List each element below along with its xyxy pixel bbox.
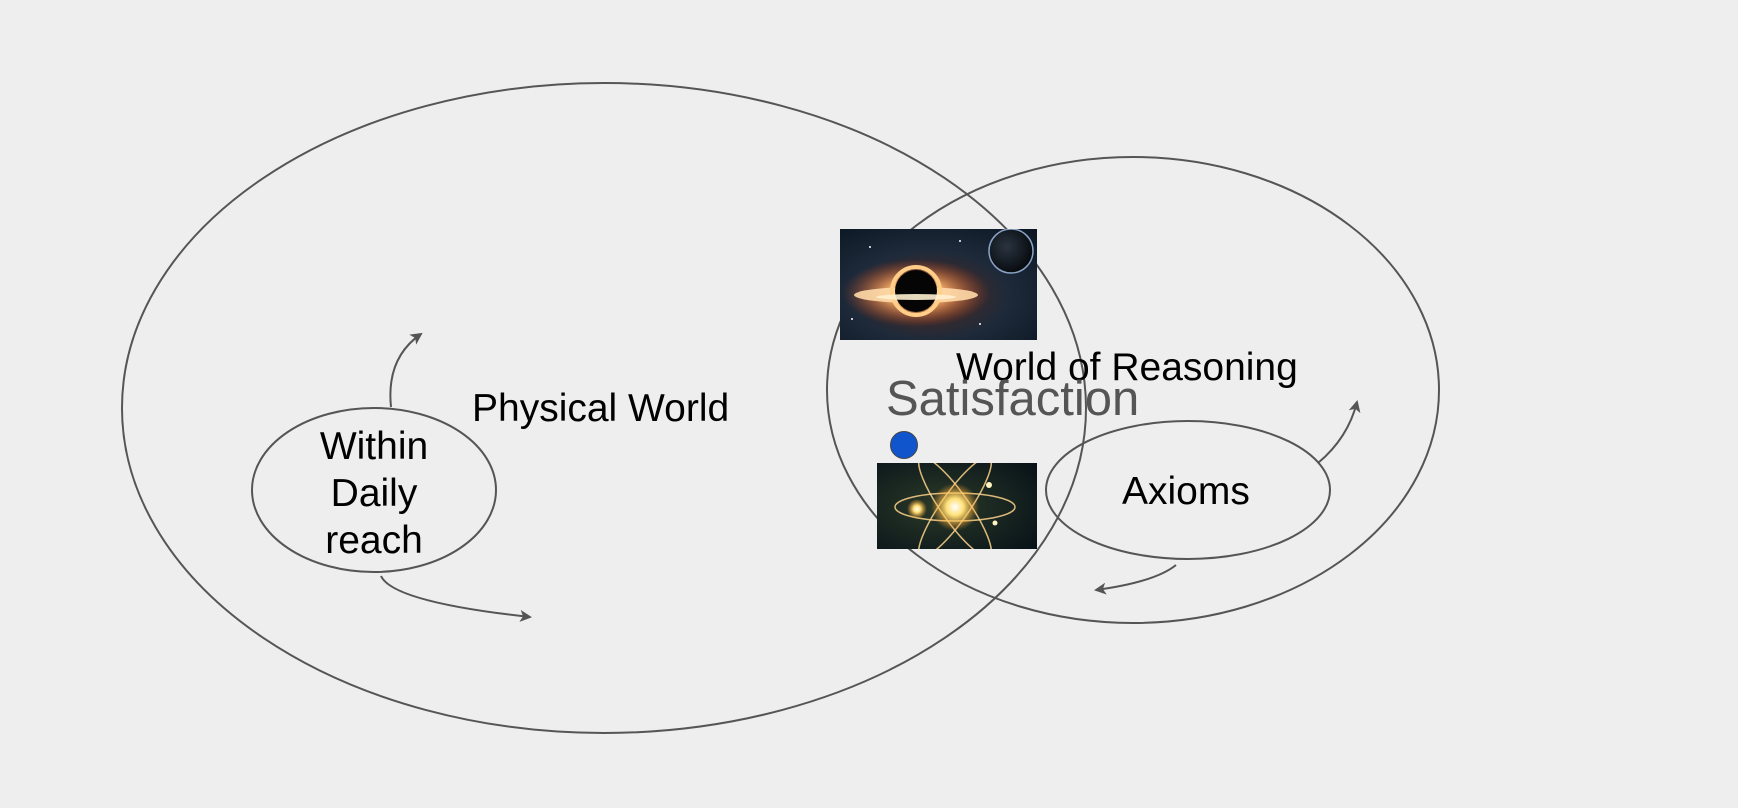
axioms-up-arrow: [1317, 400, 1361, 464]
daily-reach-line-2: Daily: [330, 472, 418, 515]
black-hole-image: [840, 229, 1037, 340]
blue-dot: [890, 431, 918, 459]
axioms-down-arrow: [1094, 564, 1177, 595]
venn-diagram: Physical World World of Reasoning Satisf…: [0, 0, 1738, 808]
daily-reach-down-arrow: [380, 575, 532, 622]
physical-world-label: Physical World: [472, 387, 730, 430]
daily-reach-line-1: Within: [319, 425, 429, 468]
satisfaction-label: Satisfaction: [886, 372, 1140, 426]
axioms-label: Axioms: [1122, 470, 1250, 513]
atom-image: [877, 463, 1037, 549]
daily-reach-label: Within Daily reach: [300, 423, 448, 564]
daily-reach-up-arrow: [389, 332, 423, 408]
daily-reach-line-3: reach: [325, 519, 423, 562]
diagram-shapes: [121, 82, 1440, 734]
